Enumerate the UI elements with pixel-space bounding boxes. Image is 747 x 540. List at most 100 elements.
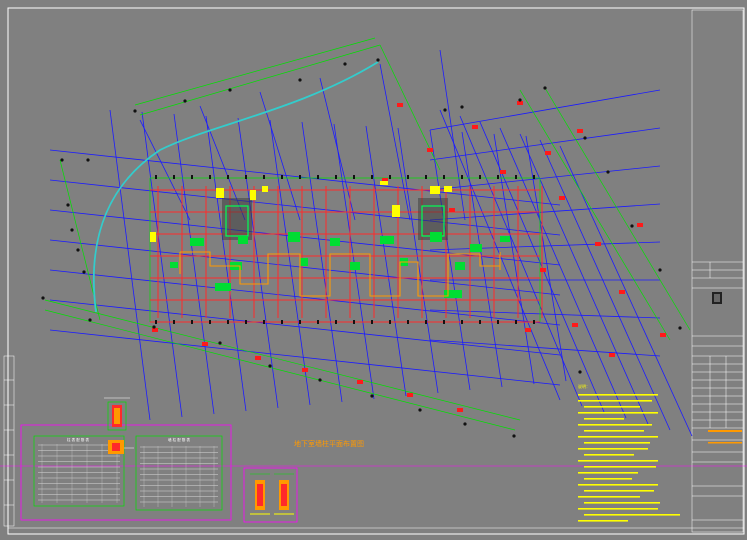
tick	[155, 320, 157, 324]
column-marker	[545, 151, 551, 155]
shear-wall	[430, 232, 442, 242]
tick	[245, 175, 247, 179]
note-line	[584, 466, 656, 468]
shear-wall	[288, 232, 300, 242]
column-marker	[255, 356, 261, 360]
grid-line	[49, 149, 561, 206]
opening	[380, 181, 388, 185]
column-schedule-panel	[20, 424, 232, 521]
tick	[407, 175, 409, 179]
column-marker	[449, 208, 455, 212]
grid-line	[459, 115, 583, 407]
shear-wall	[300, 258, 308, 266]
axis-bubble	[183, 99, 187, 103]
floor-plan[interactable]	[41, 37, 693, 438]
tick	[515, 320, 517, 324]
grid-line	[333, 123, 375, 400]
axis-bubble	[463, 422, 467, 426]
tick	[461, 320, 463, 324]
axis-bubble	[630, 224, 634, 228]
note-line	[578, 448, 648, 450]
tick	[425, 175, 427, 179]
opening	[262, 186, 268, 192]
tick	[389, 175, 391, 179]
tick	[407, 320, 409, 324]
grid-line	[439, 49, 466, 221]
axis-bubble	[228, 88, 232, 92]
note-line	[578, 460, 658, 462]
opening	[216, 188, 224, 198]
note-line	[578, 484, 658, 486]
axis-bubble	[41, 296, 45, 300]
grid-line	[429, 89, 661, 131]
note-line	[584, 490, 654, 492]
grid-line	[49, 179, 561, 236]
note-line	[578, 424, 652, 426]
axis-bubble	[578, 370, 582, 374]
tick	[443, 320, 445, 324]
axis-bubble	[460, 105, 464, 109]
cad-drawing-canvas[interactable]: 柱 表 配 筋 表 墙 柱 配 筋 表 说明：	[0, 0, 747, 540]
column-marker	[202, 342, 208, 346]
tick	[155, 175, 157, 179]
axis-bubble	[76, 248, 80, 252]
column-marker	[457, 408, 463, 412]
note-line	[578, 520, 628, 522]
tick	[281, 175, 283, 179]
note-line	[578, 394, 658, 396]
tick	[461, 175, 463, 179]
axis-bubble	[418, 408, 422, 412]
axis-bubble	[318, 378, 322, 382]
column-marker	[407, 393, 413, 397]
tick	[173, 175, 175, 179]
tick	[479, 320, 481, 324]
shear-wall	[215, 283, 231, 291]
tick	[371, 320, 373, 324]
axis-bubble	[678, 326, 682, 330]
tick	[515, 175, 517, 179]
column-marker	[427, 148, 433, 152]
shear-wall	[238, 236, 248, 244]
column-marker	[472, 125, 478, 129]
axis-bubble	[518, 98, 522, 102]
column-marker	[152, 328, 158, 332]
opening	[444, 186, 452, 192]
column-marker	[357, 380, 363, 384]
grid-line	[109, 109, 151, 421]
table-b-title: 墙 柱 配 筋 表	[168, 437, 190, 442]
tick	[299, 175, 301, 179]
note-line	[584, 430, 644, 432]
note-line	[584, 478, 632, 480]
opening	[392, 205, 400, 217]
note-line	[584, 442, 650, 444]
column-marker	[540, 268, 546, 272]
title-block	[691, 9, 744, 533]
axis-bubble	[543, 86, 547, 90]
axis-bubble	[658, 268, 662, 272]
grid-line	[539, 139, 671, 431]
tick	[173, 320, 175, 324]
tick	[191, 320, 193, 324]
tick	[317, 175, 319, 179]
tick	[389, 320, 391, 324]
tick	[227, 175, 229, 179]
binding-strip	[3, 355, 15, 527]
axis-bubble	[583, 136, 587, 140]
column-marker	[302, 368, 308, 372]
grid-line	[49, 299, 561, 356]
note-line	[584, 454, 634, 456]
tick	[209, 175, 211, 179]
site-boundary-curve	[92, 61, 379, 313]
column-marker	[397, 103, 403, 107]
tick	[191, 175, 193, 179]
shear-wall	[330, 238, 340, 246]
tick	[335, 175, 337, 179]
shear-wall	[455, 262, 465, 270]
axis-bubble	[606, 170, 610, 174]
shear-wall	[190, 238, 204, 246]
shear-wall	[500, 236, 510, 242]
note-line	[578, 400, 652, 402]
column-marker	[637, 223, 643, 227]
shear-wall	[170, 262, 178, 268]
opening	[150, 232, 156, 242]
